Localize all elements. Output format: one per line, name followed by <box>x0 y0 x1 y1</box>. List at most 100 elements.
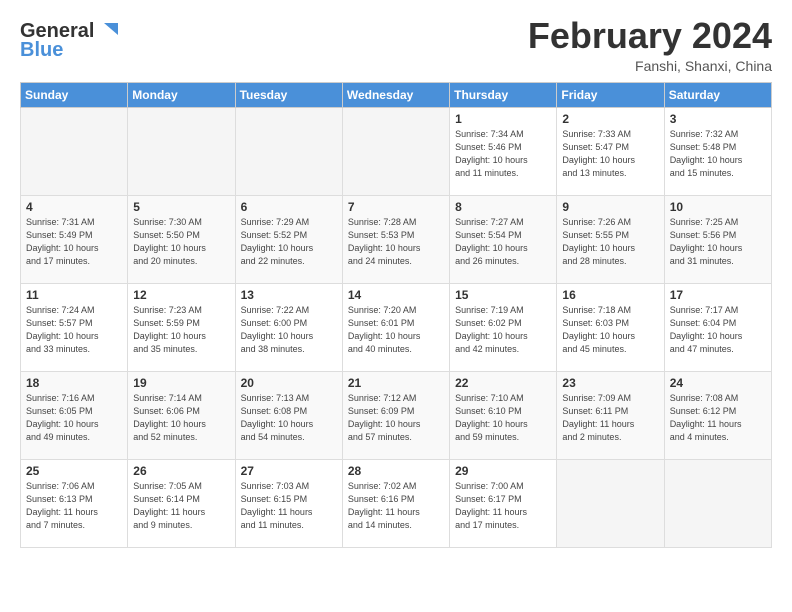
day-info: Sunrise: 7:16 AM Sunset: 6:05 PM Dayligh… <box>26 392 122 444</box>
day-info: Sunrise: 7:02 AM Sunset: 6:16 PM Dayligh… <box>348 480 444 532</box>
month-title: February 2024 <box>528 16 772 56</box>
calendar-week-3: 11Sunrise: 7:24 AM Sunset: 5:57 PM Dayli… <box>21 283 772 371</box>
calendar-cell: 1 Sunrise: 7:34 AM Sunset: 5:46 PM Daylig… <box>450 107 557 195</box>
day-info: Sunrise: 7:13 AM Sunset: 6:08 PM Dayligh… <box>241 392 337 444</box>
day-info: Sunrise: 7:09 AM Sunset: 6:11 PM Dayligh… <box>562 392 658 444</box>
day-info: Sunrise: 7:24 AM Sunset: 5:57 PM Dayligh… <box>26 304 122 356</box>
day-number: 27 <box>241 464 337 478</box>
day-number: 28 <box>348 464 444 478</box>
day-number: 24 <box>670 376 766 390</box>
logo-bird-icon <box>96 21 118 43</box>
calendar-cell: 2Sunrise: 7:33 AM Sunset: 5:47 PM Daylig… <box>557 107 664 195</box>
calendar-cell: 6 Sunrise: 7:29 AM Sunset: 5:52 PM Daylig… <box>235 195 342 283</box>
calendar-cell <box>342 107 449 195</box>
calendar-cell: 17Sunrise: 7:17 AM Sunset: 6:04 PM Dayli… <box>664 283 771 371</box>
calendar-cell: 22Sunrise: 7:10 AM Sunset: 6:10 PM Dayli… <box>450 371 557 459</box>
calendar-week-4: 18 Sunrise: 7:16 AM Sunset: 6:05 PM Dayli… <box>21 371 772 459</box>
day-info: Sunrise: 7:26 AM Sunset: 5:55 PM Dayligh… <box>562 216 658 268</box>
calendar-cell <box>128 107 235 195</box>
calendar-cell: 7 Sunrise: 7:28 AM Sunset: 5:53 PM Daylig… <box>342 195 449 283</box>
day-info: Sunrise: 7:20 AM Sunset: 6:01 PM Dayligh… <box>348 304 444 356</box>
day-number: 12 <box>133 288 229 302</box>
calendar-cell: 11Sunrise: 7:24 AM Sunset: 5:57 PM Dayli… <box>21 283 128 371</box>
day-number: 13 <box>241 288 337 302</box>
day-info: Sunrise: 7:31 AM Sunset: 5:49 PM Dayligh… <box>26 216 122 268</box>
page: General Blue February 2024 Fanshi, Shanx… <box>0 0 792 612</box>
calendar-cell: 21 Sunrise: 7:12 AM Sunset: 6:09 PM Dayli… <box>342 371 449 459</box>
day-info: Sunrise: 7:12 AM Sunset: 6:09 PM Dayligh… <box>348 392 444 444</box>
day-number: 10 <box>670 200 766 214</box>
day-number: 19 <box>133 376 229 390</box>
calendar-cell: 26 Sunrise: 7:05 AM Sunset: 6:14 PM Dayli… <box>128 459 235 547</box>
day-number: 18 <box>26 376 122 390</box>
calendar-cell: 8 Sunrise: 7:27 AM Sunset: 5:54 PM Daylig… <box>450 195 557 283</box>
day-info: Sunrise: 7:34 AM Sunset: 5:46 PM Dayligh… <box>455 128 551 180</box>
logo: General Blue <box>20 20 118 62</box>
day-number: 8 <box>455 200 551 214</box>
day-number: 23 <box>562 376 658 390</box>
calendar-cell: 5Sunrise: 7:30 AM Sunset: 5:50 PM Daylig… <box>128 195 235 283</box>
day-number: 16 <box>562 288 658 302</box>
weekday-header-saturday: Saturday <box>664 82 771 107</box>
calendar-cell: 13 Sunrise: 7:22 AM Sunset: 6:00 PM Dayli… <box>235 283 342 371</box>
calendar-cell: 3 Sunrise: 7:32 AM Sunset: 5:48 PM Daylig… <box>664 107 771 195</box>
title-block: February 2024 Fanshi, Shanxi, China <box>528 16 772 74</box>
calendar-cell: 15 Sunrise: 7:19 AM Sunset: 6:02 PM Dayli… <box>450 283 557 371</box>
calendar-cell: 12Sunrise: 7:23 AM Sunset: 5:59 PM Dayli… <box>128 283 235 371</box>
calendar-table: SundayMondayTuesdayWednesdayThursdayFrid… <box>20 82 772 548</box>
day-info: Sunrise: 7:19 AM Sunset: 6:02 PM Dayligh… <box>455 304 551 356</box>
calendar-cell: 23 Sunrise: 7:09 AM Sunset: 6:11 PM Dayli… <box>557 371 664 459</box>
calendar-cell: 10Sunrise: 7:25 AM Sunset: 5:56 PM Dayli… <box>664 195 771 283</box>
day-info: Sunrise: 7:10 AM Sunset: 6:10 PM Dayligh… <box>455 392 551 444</box>
logo-text-blue: Blue <box>20 39 63 62</box>
location: Fanshi, Shanxi, China <box>528 58 772 74</box>
day-info: Sunrise: 7:05 AM Sunset: 6:14 PM Dayligh… <box>133 480 229 532</box>
calendar-cell <box>557 459 664 547</box>
day-number: 29 <box>455 464 551 478</box>
weekday-header-wednesday: Wednesday <box>342 82 449 107</box>
calendar-cell: 4 Sunrise: 7:31 AM Sunset: 5:49 PM Daylig… <box>21 195 128 283</box>
day-number: 1 <box>455 112 551 126</box>
day-number: 9 <box>562 200 658 214</box>
day-number: 3 <box>670 112 766 126</box>
day-number: 7 <box>348 200 444 214</box>
calendar-week-5: 25Sunrise: 7:06 AM Sunset: 6:13 PM Dayli… <box>21 459 772 547</box>
day-number: 21 <box>348 376 444 390</box>
day-info: Sunrise: 7:08 AM Sunset: 6:12 PM Dayligh… <box>670 392 766 444</box>
calendar-week-2: 4 Sunrise: 7:31 AM Sunset: 5:49 PM Daylig… <box>21 195 772 283</box>
day-info: Sunrise: 7:30 AM Sunset: 5:50 PM Dayligh… <box>133 216 229 268</box>
day-info: Sunrise: 7:03 AM Sunset: 6:15 PM Dayligh… <box>241 480 337 532</box>
calendar-cell: 18 Sunrise: 7:16 AM Sunset: 6:05 PM Dayli… <box>21 371 128 459</box>
day-info: Sunrise: 7:00 AM Sunset: 6:17 PM Dayligh… <box>455 480 551 532</box>
calendar-week-1: 1 Sunrise: 7:34 AM Sunset: 5:46 PM Daylig… <box>21 107 772 195</box>
calendar-header-row: SundayMondayTuesdayWednesdayThursdayFrid… <box>21 82 772 107</box>
calendar-cell: 14 Sunrise: 7:20 AM Sunset: 6:01 PM Dayli… <box>342 283 449 371</box>
weekday-header-tuesday: Tuesday <box>235 82 342 107</box>
day-number: 26 <box>133 464 229 478</box>
calendar-cell <box>664 459 771 547</box>
day-number: 15 <box>455 288 551 302</box>
calendar-cell <box>21 107 128 195</box>
weekday-header-thursday: Thursday <box>450 82 557 107</box>
day-info: Sunrise: 7:14 AM Sunset: 6:06 PM Dayligh… <box>133 392 229 444</box>
day-number: 25 <box>26 464 122 478</box>
calendar-cell: 16 Sunrise: 7:18 AM Sunset: 6:03 PM Dayli… <box>557 283 664 371</box>
weekday-header-friday: Friday <box>557 82 664 107</box>
calendar-cell: 19 Sunrise: 7:14 AM Sunset: 6:06 PM Dayli… <box>128 371 235 459</box>
day-number: 4 <box>26 200 122 214</box>
day-info: Sunrise: 7:28 AM Sunset: 5:53 PM Dayligh… <box>348 216 444 268</box>
day-info: Sunrise: 7:29 AM Sunset: 5:52 PM Dayligh… <box>241 216 337 268</box>
weekday-header-sunday: Sunday <box>21 82 128 107</box>
day-info: Sunrise: 7:27 AM Sunset: 5:54 PM Dayligh… <box>455 216 551 268</box>
calendar-cell: 25Sunrise: 7:06 AM Sunset: 6:13 PM Dayli… <box>21 459 128 547</box>
calendar-cell: 29 Sunrise: 7:00 AM Sunset: 6:17 PM Dayli… <box>450 459 557 547</box>
day-info: Sunrise: 7:32 AM Sunset: 5:48 PM Dayligh… <box>670 128 766 180</box>
day-info: Sunrise: 7:17 AM Sunset: 6:04 PM Dayligh… <box>670 304 766 356</box>
day-number: 6 <box>241 200 337 214</box>
day-info: Sunrise: 7:18 AM Sunset: 6:03 PM Dayligh… <box>562 304 658 356</box>
day-number: 20 <box>241 376 337 390</box>
day-info: Sunrise: 7:22 AM Sunset: 6:00 PM Dayligh… <box>241 304 337 356</box>
day-number: 14 <box>348 288 444 302</box>
calendar-cell: 27 Sunrise: 7:03 AM Sunset: 6:15 PM Dayli… <box>235 459 342 547</box>
calendar-cell: 20 Sunrise: 7:13 AM Sunset: 6:08 PM Dayli… <box>235 371 342 459</box>
